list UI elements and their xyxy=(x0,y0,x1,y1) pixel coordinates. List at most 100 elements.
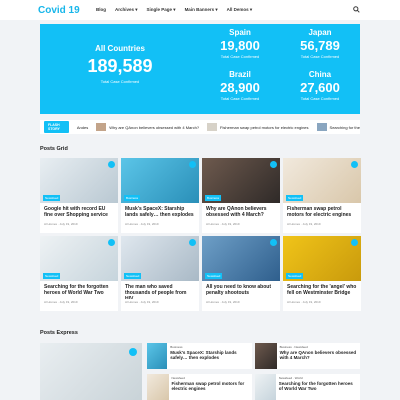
post-title[interactable]: Fisherman swap petrol motors for electri… xyxy=(283,203,361,221)
express-title[interactable]: Why are QAnon believers obsessed with 4 … xyxy=(280,350,357,360)
posts-express: Business Musk's SpaceX: Starship lands sa… xyxy=(40,343,360,400)
post-meta: Al Homes · July 19, 2019 xyxy=(287,222,321,226)
search-icon[interactable] xyxy=(353,6,360,13)
category-tag[interactable]: Newsfeed xyxy=(43,195,61,201)
country-stat-china: China 27,600 Total Case Confirmed xyxy=(290,70,350,101)
category-tag[interactable]: Newsfeed xyxy=(43,273,61,279)
all-countries-stat: All Countries 189,589 Total Case Confirm… xyxy=(80,44,160,84)
post-title[interactable]: The man who saved thousands of people fr… xyxy=(121,281,199,299)
site-logo[interactable]: Covid 19 xyxy=(38,5,96,16)
express-category[interactable]: Newsfeed · World xyxy=(279,376,357,380)
all-countries-label: All Countries xyxy=(95,44,145,53)
all-countries-sub: Total Case Confirmed xyxy=(100,79,140,84)
format-icon xyxy=(108,239,115,246)
post-image[interactable]: Newsfeed xyxy=(121,236,199,281)
format-icon xyxy=(351,161,358,168)
post-image[interactable]: Newsfeed xyxy=(202,236,280,281)
express-category[interactable]: Newsfeed xyxy=(172,376,249,380)
express-item[interactable]: Business Musk's SpaceX: Starship lands sa… xyxy=(147,343,252,369)
category-tag[interactable]: Newsfeed xyxy=(286,273,304,279)
post-card[interactable]: Newsfeed Searching for the 'angel' who f… xyxy=(283,236,361,311)
format-icon xyxy=(270,239,277,246)
express-thumbnail[interactable] xyxy=(255,374,276,400)
posts-grid: Newsfeed Google hit with record EU fine … xyxy=(40,158,361,311)
express-item[interactable]: Newsfeed Fisherman swap petrol motors for… xyxy=(147,374,252,400)
ticker-item[interactable]: Why are QAnon believers obsessed with 4 … xyxy=(96,123,199,131)
express-category[interactable]: Business xyxy=(170,345,249,349)
nav-single-page[interactable]: Single Page ▾ xyxy=(147,7,176,13)
format-icon xyxy=(270,161,277,168)
country-name: Brazil xyxy=(229,70,251,79)
country-stat-spain: Spain 19,800 Total Case Confirmed xyxy=(210,28,270,59)
flash-story-badge: FLASH STORY xyxy=(44,121,69,133)
category-tag[interactable]: Business xyxy=(205,195,222,201)
nav-main-banners[interactable]: Main Banners ▾ xyxy=(185,7,218,13)
category-tag[interactable]: Business xyxy=(124,195,141,201)
format-icon xyxy=(108,161,115,168)
post-meta: Al Homes · July 19, 2019 xyxy=(44,300,78,304)
category-tag[interactable]: Newsfeed xyxy=(205,273,223,279)
post-card[interactable]: Newsfeed Searching for the forgotten her… xyxy=(40,236,118,311)
nav-blog[interactable]: Blog xyxy=(96,7,106,13)
express-thumbnail[interactable] xyxy=(147,343,168,369)
express-title[interactable]: Fisherman swap petrol motors for electri… xyxy=(172,381,249,391)
post-title[interactable]: Searching for the 'angel' who fell on We… xyxy=(283,281,361,299)
nav-all-demos[interactable]: All Demos ▾ xyxy=(227,7,253,13)
country-sub: Total Case Confirmed xyxy=(220,96,260,101)
post-card[interactable]: Newsfeed Fisherman swap petrol motors fo… xyxy=(283,158,361,233)
country-sub: Total Case Confirmed xyxy=(300,54,340,59)
post-card[interactable]: Business Musk's SpaceX: Starship lands s… xyxy=(121,158,199,233)
post-meta: Al Homes · July 19, 2019 xyxy=(125,300,159,304)
ticker-item[interactable]: Fisherman swap petrol motors for electri… xyxy=(207,123,309,131)
post-meta: Al Homes · July 19, 2019 xyxy=(206,222,240,226)
post-card[interactable]: Business Why are QAnon believers obsesse… xyxy=(202,158,280,233)
category-tag[interactable]: Newsfeed xyxy=(286,195,304,201)
post-image[interactable]: Newsfeed xyxy=(40,236,118,281)
format-icon xyxy=(189,239,196,246)
ticker-item[interactable]: Andes xyxy=(77,125,88,130)
post-image[interactable]: Newsfeed xyxy=(283,158,361,203)
post-title[interactable]: All you need to know about penalty shoot… xyxy=(202,281,280,299)
ticker-item-label: Why are QAnon believers obsessed with 4 … xyxy=(109,124,200,130)
country-name: Japan xyxy=(308,28,332,37)
post-image[interactable]: Business xyxy=(202,158,280,203)
country-stat-japan: Japan 56,789 Total Case Confirmed xyxy=(290,28,350,59)
express-title[interactable]: Searching for the forgotten heroes of Wo… xyxy=(279,381,357,391)
post-image[interactable]: Newsfeed xyxy=(283,236,361,281)
main-nav: Blog Archives ▾ Single Page ▾ Main Banne… xyxy=(96,7,252,13)
express-thumbnail[interactable] xyxy=(255,343,277,369)
post-image[interactable]: Newsfeed xyxy=(40,158,118,203)
featured-post-image[interactable] xyxy=(40,343,142,400)
country-value: 56,789 xyxy=(300,38,340,53)
post-title[interactable]: Musk's SpaceX: Starship lands safely… th… xyxy=(121,203,199,221)
post-card[interactable]: Newsfeed All you need to know about pena… xyxy=(202,236,280,311)
country-value: 28,900 xyxy=(220,80,260,95)
post-meta: Al Homes · July 19, 2019 xyxy=(206,300,240,304)
express-thumbnail[interactable] xyxy=(147,374,169,400)
format-icon xyxy=(129,348,137,356)
post-card[interactable]: Newsfeed Google hit with record EU fine … xyxy=(40,158,118,233)
express-title[interactable]: Musk's SpaceX: Starship lands safely… th… xyxy=(170,350,249,360)
all-countries-value: 189,589 xyxy=(87,56,153,76)
ticker-thumbnail xyxy=(96,123,107,131)
express-category[interactable]: Business · Newsfeed xyxy=(280,345,357,349)
ticker-item-label: Fisherman swap petrol motors for electri… xyxy=(220,124,309,130)
country-value: 19,800 xyxy=(220,38,260,53)
ticker-thumbnail xyxy=(207,123,218,131)
nav-archives[interactable]: Archives ▾ xyxy=(115,7,138,13)
post-title[interactable]: Why are QAnon believers obsessed with 4 … xyxy=(202,203,280,221)
country-name: Spain xyxy=(229,28,251,37)
ticker-thumbnail xyxy=(316,123,327,131)
post-card[interactable]: Newsfeed The man who saved thousands of … xyxy=(121,236,199,311)
ticker-item[interactable]: Searching for the xyxy=(316,123,360,131)
post-title[interactable]: Searching for the forgotten heroes of Wo… xyxy=(40,281,118,299)
format-icon xyxy=(351,239,358,246)
category-tag[interactable]: Newsfeed xyxy=(124,273,142,279)
express-item[interactable]: Business · Newsfeed Why are QAnon believe… xyxy=(255,343,360,369)
express-item[interactable]: Newsfeed · World Searching for the forgot… xyxy=(255,374,360,400)
post-title[interactable]: Google hit with record EU fine over Shop… xyxy=(40,203,118,221)
post-image[interactable]: Business xyxy=(121,158,199,203)
post-meta: Al Homes · July 19, 2019 xyxy=(44,222,78,226)
ticker-item-label: Searching for the xyxy=(329,124,360,130)
country-value: 27,600 xyxy=(300,80,340,95)
